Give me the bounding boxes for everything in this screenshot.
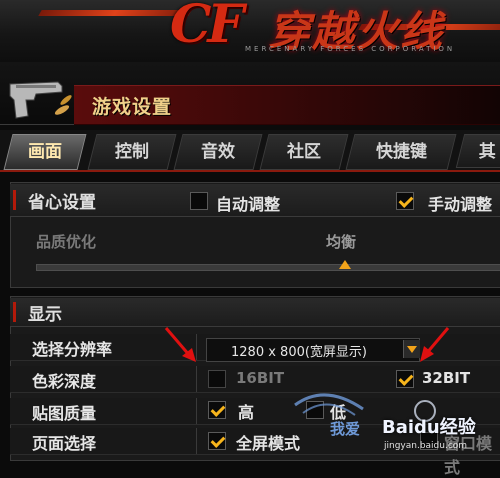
tab-controls[interactable]: 控制	[87, 134, 177, 170]
watermark-overlay-text: 我爱	[330, 420, 361, 438]
fullscreen-checkbox[interactable]	[208, 432, 226, 450]
texture-high-checkbox[interactable]	[208, 401, 226, 419]
quality-section-title: 省心设置	[28, 193, 96, 213]
manual-adjust-checkbox[interactable]	[396, 192, 414, 210]
tab-sound[interactable]: 音效	[173, 134, 263, 170]
row-divider	[196, 366, 197, 392]
color-depth-label: 色彩深度	[32, 372, 97, 391]
quality-slider-track[interactable]	[36, 264, 500, 271]
texture-quality-label: 贴图质量	[32, 404, 97, 423]
resolution-label: 选择分辨率	[32, 340, 113, 359]
auto-adjust-label: 自动调整	[216, 195, 281, 214]
quality-slider-value: 均衡	[326, 233, 357, 251]
tab-display[interactable]: 画面	[3, 134, 87, 170]
tab-label: 社区	[287, 142, 321, 162]
resolution-value: 1280 x 800(宽屏显示)	[231, 345, 367, 360]
row-divider	[196, 428, 197, 454]
quality-slider-handle[interactable]	[339, 260, 351, 269]
manual-adjust-label: 手动调整	[428, 195, 493, 214]
red-arrow-icon	[420, 327, 450, 362]
tab-label: 其	[478, 142, 496, 162]
display-section-title: 显示	[28, 305, 62, 325]
screen-mode-label: 页面选择	[32, 434, 97, 453]
section-marker	[13, 302, 16, 322]
cf-logo: CF	[170, 0, 244, 55]
game-banner: CF 穿越火线 MERCENARY FORCES CORPORATION	[0, 0, 500, 62]
tab-other[interactable]: 其	[455, 134, 500, 168]
settings-title: 游戏设置	[92, 96, 173, 118]
watermark-url: jingyan.baidu.com	[384, 441, 468, 451]
tab-label: 控制	[115, 142, 149, 162]
watermark-text: Baidu经验	[382, 417, 476, 438]
tab-community[interactable]: 社区	[259, 134, 349, 170]
tab-label: 快捷键	[375, 142, 427, 162]
16bit-label: 16BIT	[236, 369, 285, 387]
tab-hotkeys[interactable]: 快捷键	[345, 134, 457, 170]
16bit-checkbox[interactable]	[208, 370, 226, 388]
red-arrow-icon	[164, 327, 196, 362]
row-divider	[196, 398, 197, 424]
resolution-dropdown[interactable]: 1280 x 800(宽屏显示)	[206, 338, 420, 362]
auto-adjust-checkbox[interactable]	[190, 192, 208, 210]
quality-slider-label: 品质优化	[36, 233, 97, 251]
tab-label: 音效	[201, 142, 235, 162]
tab-label: 画面	[28, 142, 62, 162]
banner-streak	[38, 10, 192, 16]
logo-subtitle: MERCENARY FORCES CORPORATION	[245, 45, 456, 53]
section-marker	[13, 190, 16, 210]
texture-high-label: 高	[238, 403, 255, 422]
pistol-icon	[9, 81, 72, 119]
